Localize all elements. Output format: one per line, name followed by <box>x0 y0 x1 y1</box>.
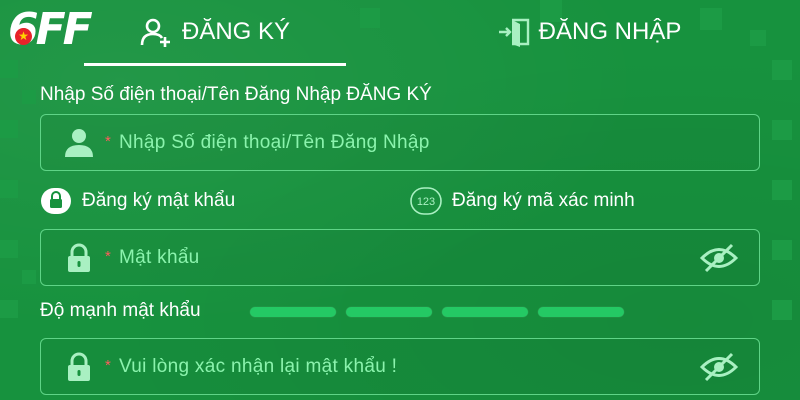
required-mark: * <box>105 357 111 374</box>
tab-register[interactable]: ĐĂNG KÝ <box>84 0 346 64</box>
password-field: * <box>40 229 760 286</box>
tab-login[interactable]: ĐĂNG NHẬP <box>458 0 720 64</box>
mode-password-option[interactable]: Đăng ký mật khẩu <box>40 187 235 215</box>
lock-icon <box>68 352 90 381</box>
mode-password-label: Đăng ký mật khẩu <box>82 190 236 211</box>
eye-off-icon[interactable] <box>699 243 739 273</box>
required-mark: * <box>105 133 111 150</box>
tab-login-label: ĐĂNG NHẬP <box>538 18 682 45</box>
strength-segment <box>442 307 528 317</box>
code-badge-text: 123 <box>417 196 435 208</box>
lock-badge-icon <box>41 188 71 214</box>
strength-segment <box>250 307 336 317</box>
password-strength-label: Độ mạnh mật khẩu <box>40 300 201 321</box>
active-tab-indicator <box>84 63 346 66</box>
confirm-password-field: * <box>40 338 760 395</box>
add-user-icon <box>140 18 170 47</box>
auth-tabs: ĐĂNG KÝ ĐĂNG NHẬP <box>80 0 800 66</box>
password-input[interactable] <box>119 230 679 285</box>
lock-icon <box>68 243 90 272</box>
login-door-icon <box>498 18 529 47</box>
mode-code-option[interactable]: 123 Đăng ký mã xác minh <box>410 187 635 215</box>
strength-segment <box>346 307 432 317</box>
username-field: * <box>40 114 760 171</box>
username-input[interactable] <box>119 115 679 170</box>
username-section-title: Nhập Số điện thoại/Tên Đăng Nhập ĐĂNG KÝ <box>40 84 432 105</box>
required-mark: * <box>105 248 111 265</box>
vietnam-flag-icon: ★ <box>15 28 32 45</box>
user-icon <box>65 129 93 157</box>
mode-code-label: Đăng ký mã xác minh <box>452 190 635 211</box>
number-badge-icon: 123 <box>410 187 442 215</box>
strength-segment <box>538 307 624 317</box>
tab-register-label: ĐĂNG KÝ <box>181 18 291 45</box>
eye-off-icon[interactable] <box>699 352 739 382</box>
confirm-password-input[interactable] <box>119 339 679 394</box>
